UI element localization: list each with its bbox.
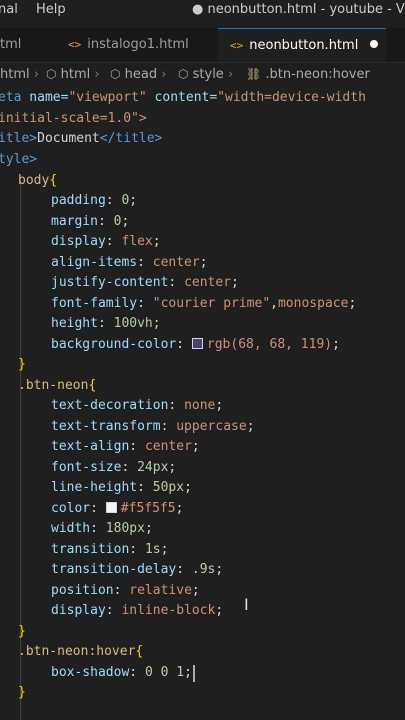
html-file-icon: <> — [68, 38, 82, 51]
code-line: } — [18, 685, 26, 700]
breadcrumb-item[interactable]: ⬡ head › — [110, 67, 166, 82]
code-line: .btn-neon{ — [18, 378, 97, 393]
code-editor[interactable]: eta name="viewport" content="width=devic… — [0, 88, 405, 720]
element-icon: ⬡ — [178, 67, 189, 81]
html-file-icon: <> — [230, 39, 244, 52]
code-line: .btn-neon:hover{ — [18, 644, 144, 659]
unsaved-dot-icon[interactable] — [370, 40, 379, 48]
code-line: text-decoration: none; — [51, 398, 224, 413]
code-line: align-items: center; — [51, 255, 208, 270]
code-line: } — [18, 357, 26, 372]
element-icon: ⬡ — [110, 67, 121, 81]
menu-terminal[interactable]: nal — [0, 2, 18, 17]
title-bar: nal Help ● neonbutton.html - youtube - V… — [0, 0, 405, 22]
tab-bar: tml <> instalogo1.html <> neonbutton.html — [0, 28, 405, 63]
mouse-ibeam-icon: I — [244, 595, 249, 614]
code-line: width: 180px; — [51, 521, 153, 536]
code-line: tyle> — [0, 152, 38, 167]
breadcrumb: html › ⬡ html › ⬡ head › ⬡ style › ⛓ .bt… — [0, 64, 405, 86]
code-line: margin: 0; — [51, 214, 130, 229]
code-line: display: inline-block; — [51, 603, 224, 618]
code-line: initial-scale=1.0"> — [0, 111, 147, 126]
text-cursor — [193, 665, 195, 682]
code-line: padding: 0; — [51, 193, 138, 208]
color-swatch-icon[interactable] — [191, 338, 203, 349]
code-line: justify-content: center; — [51, 275, 239, 290]
code-line: text-transform: uppercase; — [51, 419, 255, 434]
element-icon: ⬡ — [46, 67, 57, 81]
chevron-right-icon: › — [161, 67, 167, 82]
code-line: color: #f5f5f5; — [51, 501, 184, 516]
chevron-right-icon: › — [227, 67, 234, 82]
window-title: ● neonbutton.html - youtube - Visual — [192, 2, 405, 17]
code-line: } — [18, 624, 26, 639]
menu-help[interactable]: Help — [36, 2, 66, 17]
tab-label: tml — [0, 37, 22, 52]
breadcrumb-item[interactable]: html › — [0, 67, 39, 82]
code-line: text-align: center; — [51, 439, 200, 454]
code-line: height: 100vh; — [51, 316, 161, 331]
selector-icon: ⛓ — [246, 67, 262, 81]
code-line: transition-delay: .9s; — [51, 562, 224, 577]
code-line: box-shadow: 0 0 1; — [51, 665, 192, 680]
code-line: display: flex; — [51, 234, 161, 249]
code-line: line-height: 50px; — [51, 480, 192, 495]
tab-label: neonbutton.html — [249, 38, 359, 53]
code-line: itle>Document</title> — [0, 131, 163, 146]
tab-neonbutton[interactable]: <> neonbutton.html — [218, 28, 386, 62]
code-line: eta name="viewport" content="width=devic… — [0, 90, 366, 105]
breadcrumb-item[interactable]: ⛓ .btn-neon:hover — [246, 67, 370, 82]
tab-html[interactable]: tml — [0, 28, 48, 62]
code-line: position: relative; — [51, 583, 200, 598]
breadcrumb-item[interactable]: ⬡ html › — [46, 67, 100, 82]
code-line: transition: 1s; — [51, 542, 169, 557]
chevron-right-icon: › — [33, 67, 39, 82]
color-swatch-icon[interactable] — [105, 502, 117, 513]
code-line: body{ — [18, 173, 58, 188]
tab-label: instalogo1.html — [87, 37, 189, 52]
code-line: font-family: "courier prime",monospace; — [51, 296, 357, 311]
chevron-right-icon: › — [94, 67, 100, 82]
breadcrumb-item[interactable]: ⬡ style › — [178, 67, 233, 82]
tab-instalogo1[interactable]: <> instalogo1.html — [56, 28, 214, 62]
code-line: background-color: rgb(68, 68, 119); — [51, 337, 340, 352]
code-line: font-size: 24px; — [51, 460, 177, 475]
vscode-window: nal Help ● neonbutton.html - youtube - V… — [0, 0, 405, 720]
